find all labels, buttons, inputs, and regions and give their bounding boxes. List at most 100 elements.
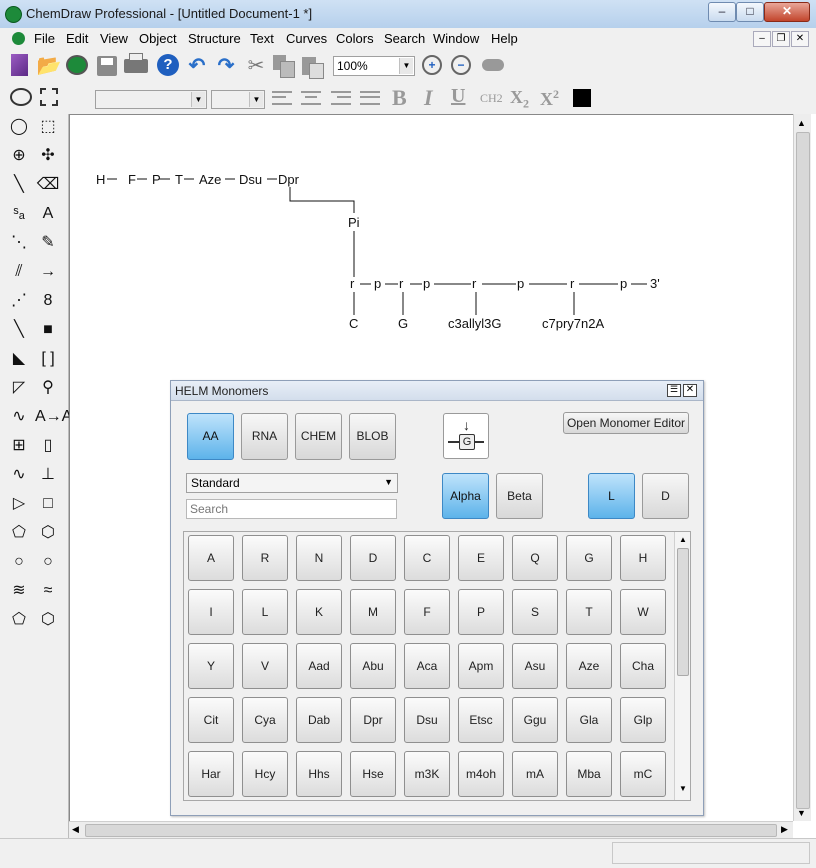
color-swatch-icon[interactable] [573, 89, 591, 107]
wavy-bond-icon[interactable]: ∿ [6, 404, 32, 430]
monomer-button[interactable]: Apm [458, 643, 504, 689]
cloud-icon[interactable] [482, 59, 504, 71]
print-icon[interactable] [124, 53, 148, 73]
backbone-label[interactable]: p [620, 276, 627, 291]
pen-icon[interactable]: ✎ [35, 230, 61, 256]
monomer-button[interactable]: Har [188, 751, 234, 797]
formula-icon[interactable]: CH2 [480, 91, 503, 106]
l-toggle[interactable]: L [588, 473, 635, 519]
align-right-icon[interactable] [331, 91, 351, 105]
monomer-button[interactable]: Abu [350, 643, 396, 689]
monomer-preview-button[interactable]: ↓ G [443, 413, 489, 459]
monomer-label[interactable]: F [128, 172, 136, 187]
monomer-button[interactable]: G [566, 535, 612, 581]
save-icon[interactable] [97, 56, 117, 76]
monomer-button[interactable]: P [458, 589, 504, 635]
backbone-label[interactable]: r [399, 276, 404, 291]
monomer-button[interactable]: m4oh [458, 751, 504, 797]
base-label[interactable]: c7pry7n2A [542, 316, 604, 331]
menu-icon[interactable]: ☰ [667, 384, 681, 397]
base-label[interactable]: C [349, 316, 358, 331]
horizontal-scrollbar[interactable]: ◀ ▶ [69, 821, 793, 839]
redo-icon[interactable]: ↷ [212, 52, 240, 80]
monomer-button[interactable]: Ggu [512, 697, 558, 743]
monomer-button[interactable]: L [242, 589, 288, 635]
open-online-icon[interactable] [66, 55, 88, 75]
filled-rect-icon[interactable]: ■ [35, 317, 61, 343]
bold-icon[interactable]: B [392, 85, 407, 111]
monomer-button[interactable]: Cha [620, 643, 666, 689]
align-left-icon[interactable] [272, 91, 292, 105]
marquee-icon[interactable] [40, 88, 58, 106]
marquee-icon[interactable]: ⬚ [35, 114, 61, 140]
bond-sculpt-icon[interactable]: ✣ [35, 143, 61, 169]
monomer-label[interactable]: T [175, 172, 183, 187]
beta-toggle[interactable]: Beta [496, 473, 543, 519]
monomer-button[interactable]: I [188, 589, 234, 635]
superscript-icon[interactable]: X2 [540, 87, 559, 110]
paste-icon[interactable] [302, 55, 324, 79]
minimize-button[interactable]: – [708, 2, 736, 22]
close-icon[interactable]: ✕ [683, 384, 697, 397]
menu-curves[interactable]: Curves [286, 31, 327, 46]
chair2-icon[interactable]: ≈ [35, 578, 61, 604]
font-size-select[interactable]: ▼ [211, 90, 265, 109]
monomer-label[interactable]: Dpr [278, 172, 300, 187]
cut-icon[interactable]: ✂ [242, 52, 270, 80]
new-document-icon[interactable] [11, 54, 28, 76]
scroll-down-icon[interactable]: ▼ [797, 808, 806, 818]
mdi-minimize-button[interactable]: – [753, 31, 771, 47]
monomer-button[interactable]: Aze [566, 643, 612, 689]
monomer-button[interactable]: F [404, 589, 450, 635]
scroll-right-icon[interactable]: ▶ [781, 824, 788, 835]
monomer-grid-scrollbar[interactable]: ▲ ▼ [674, 532, 690, 800]
lasso-icon[interactable] [10, 88, 32, 106]
heptagon-icon[interactable]: ○ [6, 549, 32, 575]
backbone-label[interactable]: 3' [650, 276, 660, 291]
monomer-button[interactable]: E [458, 535, 504, 581]
monomer-button[interactable]: Mba [566, 751, 612, 797]
chain-icon[interactable]: ⊕ [6, 143, 32, 169]
backbone-label[interactable]: r [472, 276, 477, 291]
monomer-button[interactable]: S [512, 589, 558, 635]
chair1-icon[interactable]: ≋ [6, 578, 32, 604]
hashed-bond-icon[interactable]: ⫽ [6, 259, 32, 285]
monomer-button[interactable]: Y [188, 643, 234, 689]
monomer-button[interactable]: R [242, 535, 288, 581]
menu-structure[interactable]: Structure [188, 31, 241, 46]
scroll-left-icon[interactable]: ◀ [72, 824, 79, 835]
lasso-icon[interactable]: ◯ [6, 114, 32, 140]
d-toggle[interactable]: D [642, 473, 689, 519]
scroll-up-icon[interactable]: ▲ [679, 535, 687, 544]
mdi-close-button[interactable]: ✕ [791, 31, 809, 47]
font-select[interactable]: ▼ [95, 90, 207, 109]
zoom-select[interactable]: 100% ▼ [333, 56, 415, 76]
monomer-button[interactable]: C [404, 535, 450, 581]
cyclopentadiene-icon[interactable]: ⬠ [6, 607, 32, 633]
line-icon[interactable]: ╲ [6, 172, 32, 198]
monomer-button[interactable]: Aad [296, 643, 342, 689]
backbone-label[interactable]: r [350, 276, 355, 291]
tab-rna[interactable]: RNA [241, 413, 288, 460]
monomer-button[interactable]: Aca [404, 643, 450, 689]
monomer-button[interactable]: V [242, 643, 288, 689]
monomer-label[interactable]: H [96, 172, 105, 187]
stamp-icon[interactable]: ⊥ [35, 462, 61, 488]
scroll-up-icon[interactable]: ▲ [797, 118, 806, 128]
backbone-label[interactable]: p [517, 276, 524, 291]
benzene-icon[interactable]: ⬡ [35, 607, 61, 633]
vertical-scrollbar[interactable]: ▲ ▼ [793, 114, 811, 821]
wedge-bond-icon[interactable]: ◣ [6, 346, 32, 372]
menu-colors[interactable]: Colors [336, 31, 374, 46]
triangle-icon[interactable]: ▷ [6, 491, 32, 517]
italic-icon[interactable]: I [424, 85, 433, 111]
monomer-button[interactable]: Etsc [458, 697, 504, 743]
pentagon-icon[interactable]: ⬠ [6, 520, 32, 546]
monomer-button[interactable]: D [350, 535, 396, 581]
atom-map-icon[interactable]: ˢₐ [6, 201, 32, 227]
table-icon[interactable]: ⊞ [6, 433, 32, 459]
arrow-icon[interactable]: → [35, 259, 61, 285]
backbone-label[interactable]: p [423, 276, 430, 291]
monomer-button[interactable]: mA [512, 751, 558, 797]
monomer-button[interactable]: Cya [242, 697, 288, 743]
